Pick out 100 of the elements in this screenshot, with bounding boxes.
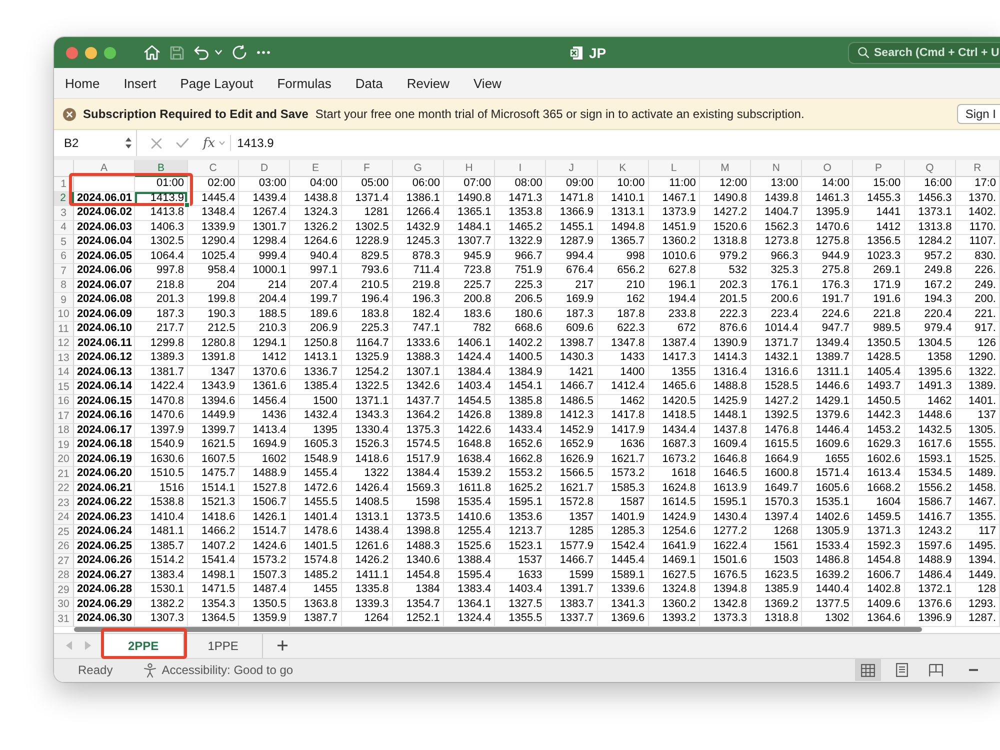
window-minimize-button[interactable] [85, 46, 97, 58]
formula-input[interactable]: 1413.9 [237, 136, 274, 150]
row-header[interactable]: 12 [54, 336, 74, 351]
row-header[interactable]: 28 [54, 568, 74, 583]
column-header[interactable]: O [802, 160, 854, 177]
row-header[interactable]: 29 [54, 583, 74, 598]
insert-function-button[interactable]: fx [203, 136, 216, 150]
sign-in-button[interactable]: Sign I [957, 104, 1000, 124]
row-header[interactable]: 26 [54, 540, 74, 554]
row-header[interactable]: 13 [54, 351, 74, 366]
column-header[interactable]: J [546, 160, 598, 177]
column-header[interactable]: D [239, 160, 290, 177]
row-header[interactable]: 11 [54, 322, 74, 336]
row-header[interactable]: 10 [54, 308, 74, 322]
column-header[interactable]: M [700, 160, 752, 177]
table-cell: 1521.3 [188, 496, 240, 510]
table-cell: 2024.06.26 [74, 554, 135, 568]
search-field[interactable]: Search (Cmd + Ctrl + U [848, 42, 1000, 64]
menu-tab[interactable]: Page Layout [180, 76, 254, 90]
table-cell: 1313.1 [598, 206, 649, 220]
menu-tab[interactable]: Insert [124, 76, 156, 90]
more-icon[interactable] [257, 51, 270, 54]
row-header[interactable]: 6 [54, 250, 74, 264]
normal-view-button[interactable] [855, 659, 881, 681]
column-header[interactable]: I [495, 160, 546, 177]
fill-handle[interactable] [184, 202, 190, 208]
table-cell: 1456.4 [239, 394, 290, 409]
menu-tab[interactable]: Home [65, 76, 100, 90]
sheet-tab[interactable]: 2PPE [104, 634, 184, 658]
row-header[interactable]: 16 [54, 394, 74, 409]
table-cell: 249.8 [904, 264, 956, 278]
row-header[interactable]: 4 [54, 220, 74, 235]
circular-arrow-icon[interactable] [232, 45, 247, 60]
table-cell: 1652.6 [495, 438, 546, 452]
accessibility-status[interactable]: Accessibility: Good to go [162, 663, 294, 677]
row-header[interactable]: 31 [54, 612, 74, 626]
row-header[interactable]: 25 [54, 525, 74, 540]
table-cell: 1390.9 [700, 336, 752, 351]
table-cell: 1609.4 [700, 438, 752, 452]
table-cell: 1410.4 [135, 510, 188, 525]
menu-tab[interactable]: Formulas [277, 76, 332, 90]
table-cell: 1357 [546, 510, 598, 525]
row-header[interactable]: 17 [54, 409, 74, 424]
menu-tab[interactable]: Data [355, 76, 383, 90]
row-header[interactable]: 18 [54, 424, 74, 438]
table-cell: 09:00 [546, 177, 598, 192]
table-cell: 2024.06.10 [74, 322, 135, 336]
column-header[interactable]: P [853, 160, 905, 177]
table-cell: 1421 [546, 366, 598, 380]
row-header[interactable]: 19 [54, 438, 74, 452]
table-cell: 1638.4 [444, 452, 496, 467]
row-header[interactable]: 20 [54, 452, 74, 467]
row-header[interactable]: 24 [54, 510, 74, 525]
table-cell: 1526.3 [342, 438, 393, 452]
column-header[interactable]: K [598, 160, 649, 177]
scrollbar-thumb[interactable] [74, 627, 922, 632]
table-cell: 191.6 [853, 293, 905, 308]
select-all-corner[interactable] [54, 160, 74, 177]
row-header[interactable]: 21 [54, 467, 74, 482]
table-cell: 1606.7 [853, 568, 905, 583]
plus-icon[interactable] [277, 640, 288, 651]
table-cell: 1339.9 [188, 220, 240, 235]
table-cell: 1373.1 [904, 206, 956, 220]
column-header[interactable]: F [342, 160, 393, 177]
row-header[interactable]: 3 [54, 206, 74, 220]
row-header[interactable]: 15 [54, 380, 74, 394]
row-header[interactable]: 14 [54, 366, 74, 380]
table-cell: 1641.9 [648, 540, 700, 554]
menu-tab[interactable]: Review [406, 76, 450, 90]
column-header[interactable]: C [188, 160, 240, 177]
column-header[interactable]: L [648, 160, 700, 177]
column-header[interactable]: Q [904, 160, 956, 177]
row-header[interactable]: 7 [54, 264, 74, 278]
table-cell: 169.9 [546, 293, 598, 308]
table-cell: 1566.5 [546, 467, 598, 482]
row-header[interactable]: 23 [54, 496, 74, 510]
table-cell: 137 [956, 409, 1000, 424]
row-header[interactable]: 22 [54, 482, 74, 496]
undo-icon[interactable] [194, 46, 209, 60]
home-icon[interactable] [144, 45, 160, 60]
accessibility-icon[interactable] [142, 662, 158, 678]
table-cell: 225.3 [342, 322, 393, 336]
column-header[interactable]: G [392, 160, 444, 177]
menu-tab[interactable]: View [474, 76, 502, 90]
column-header[interactable]: R [956, 160, 1000, 177]
table-cell: 1402.6 [802, 510, 854, 525]
table-cell: 1520.6 [700, 220, 752, 235]
stepper-icon[interactable] [125, 137, 132, 149]
row-header[interactable]: 8 [54, 278, 74, 293]
row-header[interactable]: 5 [54, 235, 74, 250]
row-header[interactable]: 9 [54, 293, 74, 308]
name-box[interactable]: B2 [64, 136, 125, 150]
column-header[interactable]: E [290, 160, 342, 177]
check-icon[interactable] [176, 138, 189, 148]
table-cell: 201.3 [135, 293, 188, 308]
row-header[interactable]: 27 [54, 554, 74, 568]
column-header[interactable]: H [444, 160, 496, 177]
table-cell: 222.3 [700, 308, 752, 322]
row-header[interactable]: 30 [54, 598, 74, 612]
column-header[interactable]: N [751, 160, 802, 177]
